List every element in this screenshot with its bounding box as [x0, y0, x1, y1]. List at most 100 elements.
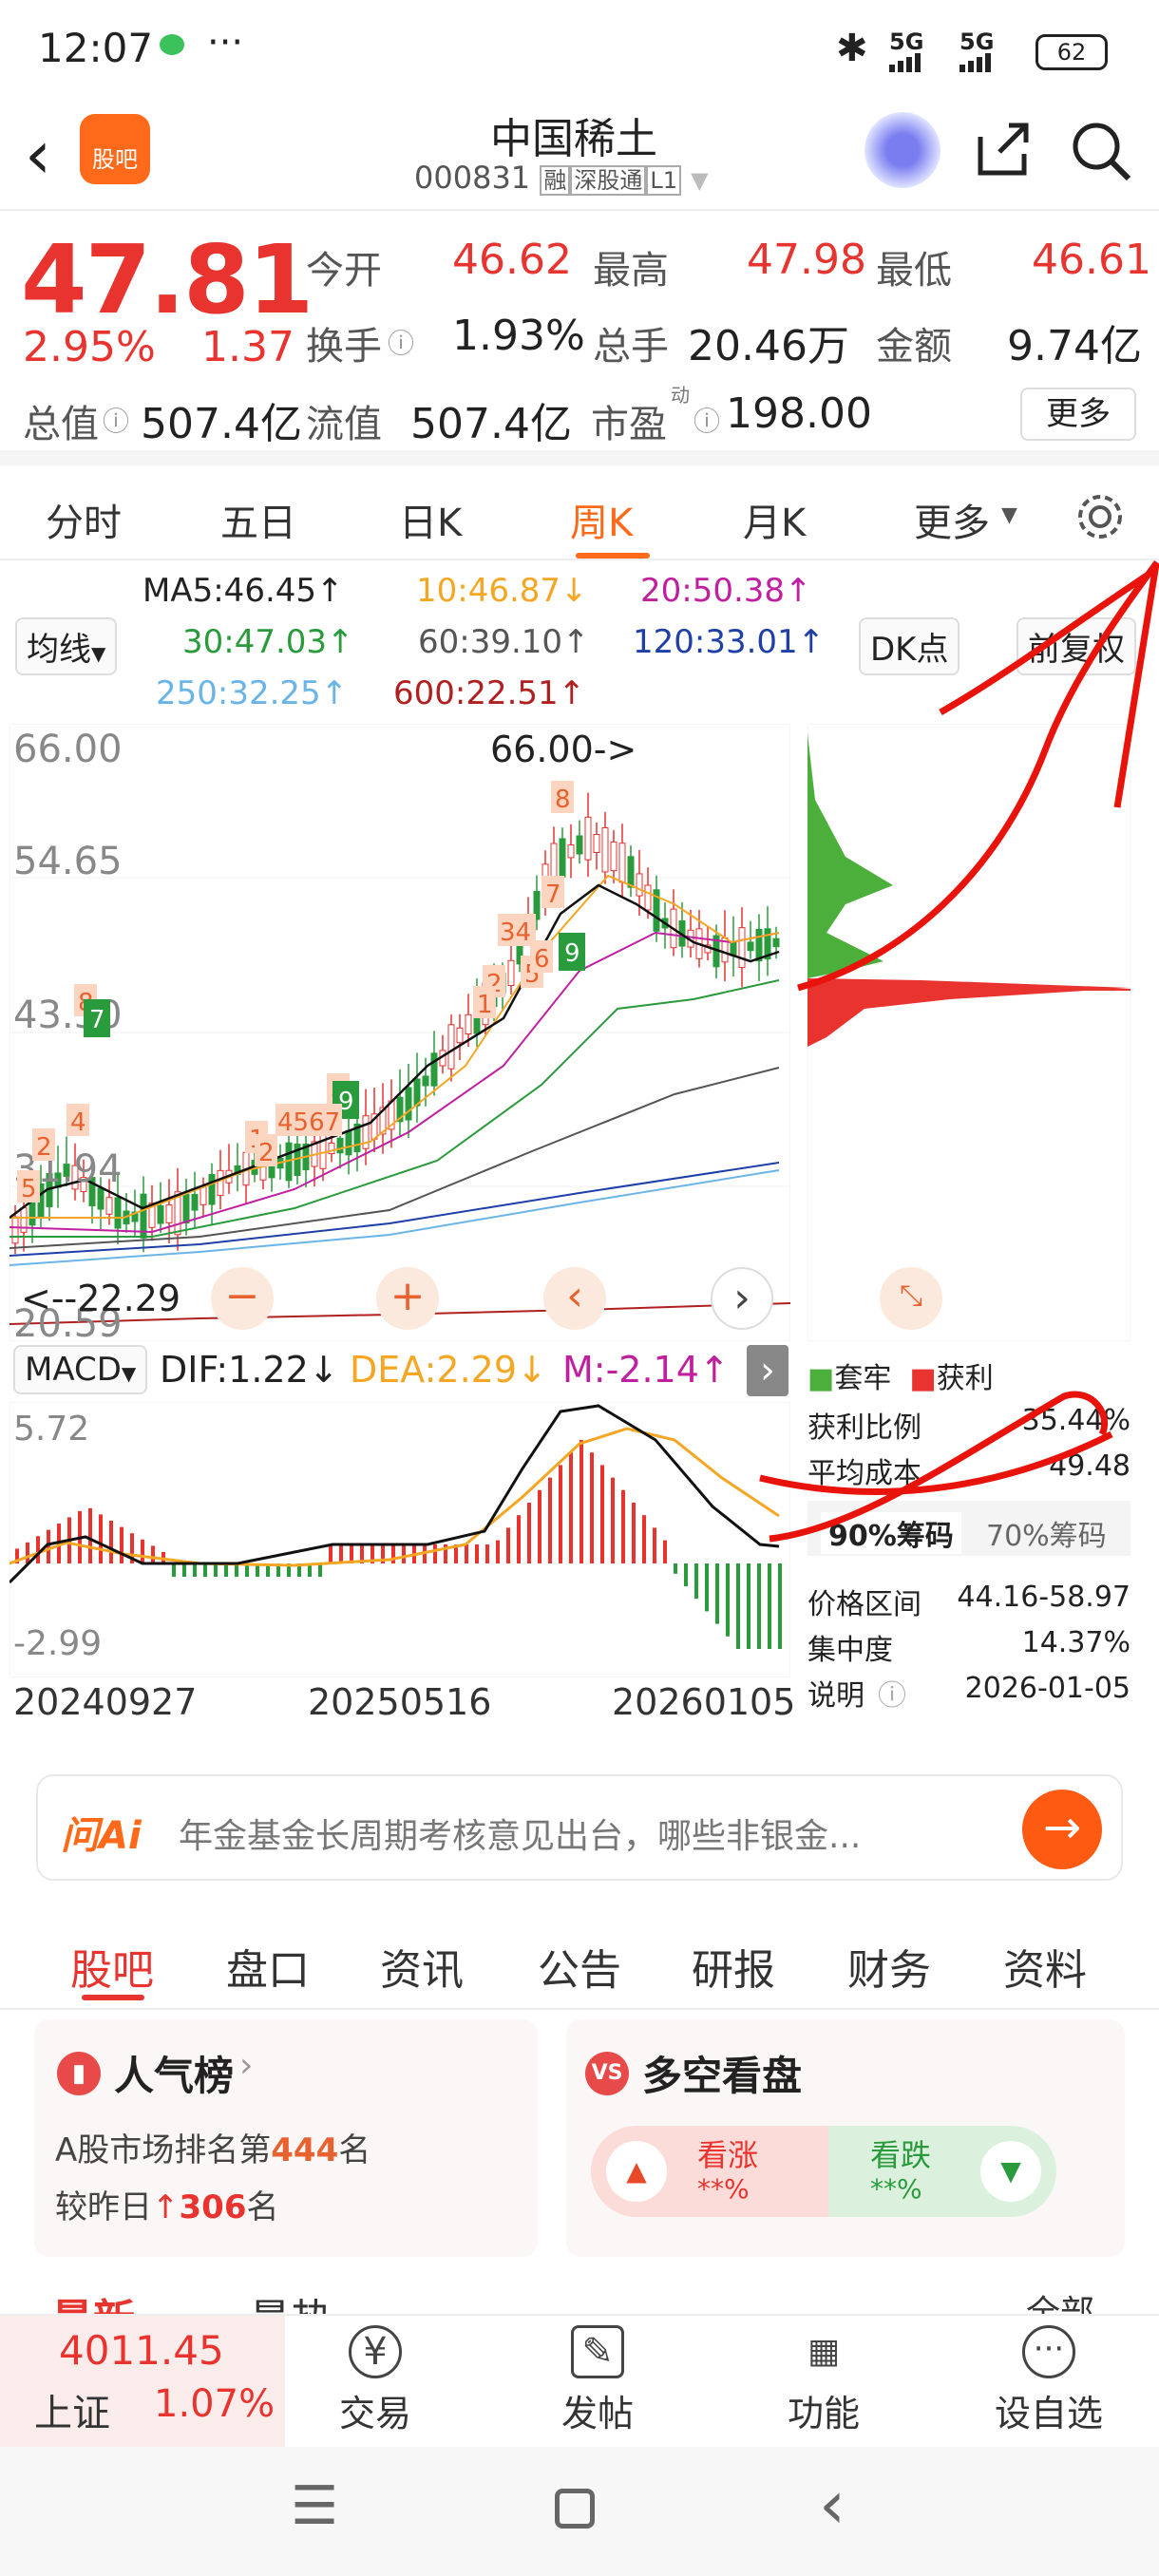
post-button[interactable]: ✎ 发帖 [545, 2325, 650, 2443]
scroll-left-button[interactable]: ‹ [543, 1267, 606, 1330]
robot-avatar-icon[interactable] [864, 112, 940, 188]
candle-body [336, 1137, 344, 1154]
note-label: 说明 [808, 1679, 864, 1713]
ma-selector[interactable]: 均线▼ [15, 617, 118, 675]
zoom-out-button[interactable]: − [211, 1267, 274, 1330]
ma30-label: 30:47.03↑ [182, 623, 354, 661]
candle-body [507, 959, 515, 987]
macd-bar [705, 1563, 709, 1612]
grid-icon: ▦ [807, 2332, 840, 2371]
macd-bar [757, 1563, 761, 1649]
info-icon[interactable]: ⓘ [388, 323, 414, 361]
rank-change-line: 较昨日↑306名 [55, 2181, 278, 2227]
macd-bar [674, 1563, 677, 1574]
ai-search-bar[interactable]: 问Ai 年金基金长周期考核意见出台，哪些非银金... → [36, 1774, 1123, 1881]
triangle-down-icon: ▼ [980, 2141, 1041, 2202]
macd-bar [747, 1563, 750, 1649]
tab-weekly[interactable]: 周K [570, 492, 633, 547]
chevron-down-icon[interactable]: ▼ [691, 167, 708, 194]
ma10-label: 10:46.87↓ [416, 572, 588, 610]
tab-5day[interactable]: 五日 [220, 492, 296, 547]
tab-notice[interactable]: 公告 [538, 1936, 621, 1997]
last-price: 47.81 [21, 224, 314, 335]
bearish-label: 看跌 [870, 2137, 932, 2173]
wechat-icon [160, 34, 184, 55]
back-icon[interactable]: ‹ [25, 116, 51, 194]
bullish-value: **% [697, 2173, 750, 2205]
turnover-value: 1.93% [452, 312, 585, 360]
home-icon[interactable] [555, 2489, 595, 2529]
bearish-button[interactable]: 看跌 **% ▼ [828, 2126, 1056, 2217]
info-icon[interactable]: ⓘ [878, 1672, 906, 1714]
profit-ratio-row: 获利比例 35.44% [808, 1404, 1130, 1446]
bearish-value: **% [870, 2173, 922, 2205]
zoom-in-button[interactable]: + [376, 1267, 439, 1330]
macd-bar [736, 1563, 740, 1649]
tab-90-chips[interactable]: 90%筹码 [821, 1512, 961, 1554]
functions-button[interactable]: ▦ 功能 [771, 2325, 876, 2443]
macd-bar [569, 1452, 573, 1563]
back-nav-icon[interactable]: ‹ [819, 2466, 846, 2544]
mcap-label: 总值 [23, 403, 99, 446]
tab-daily[interactable]: 日K [399, 492, 462, 547]
expand-icon[interactable]: ⤡ [880, 1267, 942, 1330]
bullish-button[interactable]: ▲ 看涨 **% [591, 2126, 828, 2217]
tag-level: L1 [646, 165, 681, 196]
rank-change-value: 306 [179, 2188, 247, 2226]
macd-bar [193, 1563, 197, 1577]
candle-body [618, 843, 626, 883]
info-icon[interactable]: ⓘ [103, 401, 129, 439]
turnover-label: 换手 [306, 325, 382, 369]
menu-icon[interactable]: ☰ [291, 2475, 338, 2537]
add-watchlist-button[interactable]: ··· 设自选 [982, 2325, 1115, 2443]
macd-y-bottom: -2.99 [13, 1624, 102, 1663]
candle-body [456, 1027, 464, 1044]
tab-more[interactable]: 更多 [914, 492, 990, 547]
macd-bar [318, 1563, 322, 1577]
arrow-right-icon[interactable]: → [1022, 1790, 1102, 1869]
mark-2b: 2 [258, 1139, 275, 1167]
macd-selector[interactable]: MACD▼ [13, 1345, 148, 1394]
change-amt: 1.37 [201, 323, 294, 371]
index-ticker[interactable]: 4011.45 上证 1.07% [0, 2316, 285, 2449]
adjust-button[interactable]: 前复权 [1016, 617, 1136, 675]
open-label: 今开 [306, 249, 382, 293]
tab-guba[interactable]: 股吧 [70, 1936, 154, 1997]
post-label: 发帖 [560, 2393, 634, 2434]
scroll-right-button[interactable]: › [711, 1267, 773, 1330]
candle-body [465, 1013, 472, 1035]
low-value: 46.61 [1032, 236, 1151, 284]
tab-profile[interactable]: 资料 [1003, 1936, 1087, 1997]
tab-monthly[interactable]: 月K [743, 492, 806, 547]
date-label-2: 20250516 [308, 1681, 492, 1723]
kline-chart[interactable]: 66.00 54.65 43.30 31.94 20.59 66.00-> <-… [10, 724, 790, 1341]
settings-gear-icon[interactable] [1074, 490, 1127, 543]
share-icon[interactable] [971, 118, 1034, 180]
rank-value: 444 [271, 2131, 339, 2169]
candle-body [191, 1193, 199, 1211]
macd-bar [224, 1563, 228, 1577]
kline-y-top: 66.00 [13, 728, 123, 771]
macd-bar [715, 1563, 719, 1624]
macd-bar [214, 1563, 218, 1577]
tab-pankou[interactable]: 盘口 [226, 1936, 310, 1997]
tab-research[interactable]: 研报 [692, 1936, 775, 1997]
candle-body [584, 816, 592, 861]
macd-expand-button[interactable]: › [747, 1345, 788, 1396]
tab-news[interactable]: 资讯 [380, 1936, 464, 1997]
candle-body [644, 884, 652, 911]
guba-logo[interactable]: 股吧 [80, 114, 150, 184]
tab-intraday[interactable]: 分时 [46, 492, 122, 547]
more-circle-icon: ··· [1022, 2325, 1075, 2378]
info-cards: ▮ 人气榜 › A股市场排名第444名 较昨日↑306名 VS 多空看盘 ▲ 看… [0, 2010, 1159, 2344]
dk-point-button[interactable]: DK点 [859, 617, 960, 675]
tab-finance[interactable]: 财务 [847, 1936, 931, 1997]
macd-bar [778, 1563, 782, 1649]
tab-70-chips[interactable]: 70%筹码 [986, 1512, 1107, 1554]
macd-bar [517, 1515, 521, 1563]
trade-button[interactable]: ¥ 交易 [323, 2325, 428, 2443]
popularity-card[interactable]: ▮ 人气榜 › A股市场排名第444名 较昨日↑306名 [34, 2019, 538, 2257]
info-icon[interactable]: ⓘ [694, 401, 720, 439]
more-button[interactable]: 更多 [1020, 388, 1136, 441]
search-icon[interactable] [1068, 118, 1134, 184]
